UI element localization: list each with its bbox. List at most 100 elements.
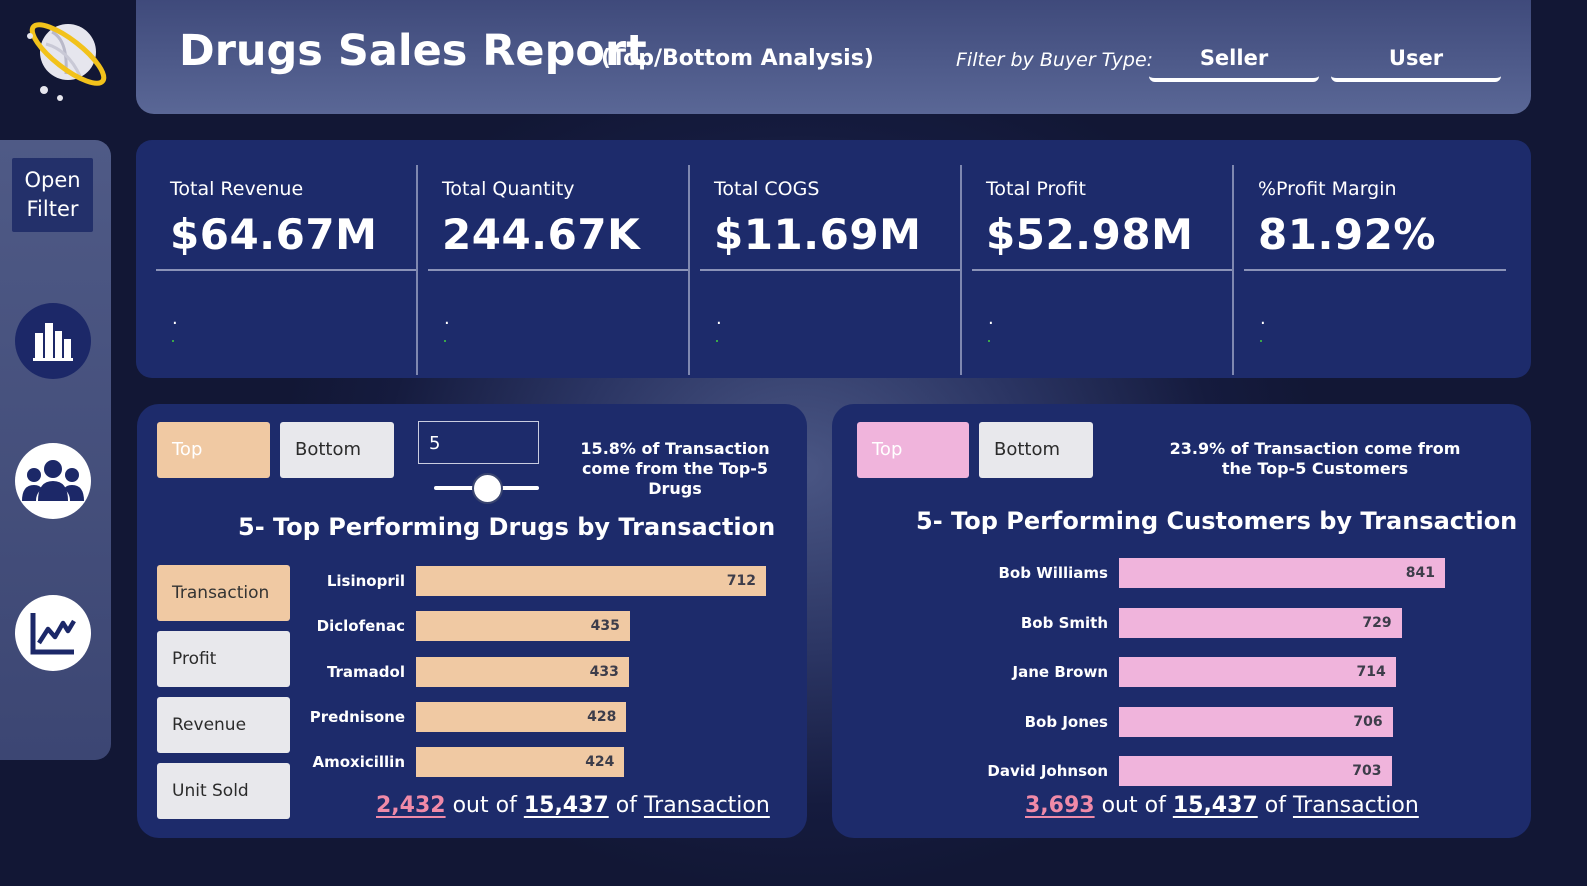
bar[interactable]: 428	[416, 701, 627, 732]
kpi-divider	[156, 269, 418, 271]
bar[interactable]: 714	[1119, 657, 1396, 687]
bar-value-label: 729	[1362, 614, 1392, 631]
drugs-footer-count: 2,432	[376, 793, 446, 818]
drugs-footer-total: 15,437	[523, 793, 609, 818]
open-filter-label-line2: Filter	[26, 197, 79, 221]
drugs-footer-outof: out of	[452, 793, 517, 818]
bar-category-label: Bob Jones	[1024, 712, 1108, 731]
kpi-total-cogs: Total COGS $11.69M .	[700, 162, 962, 372]
bar-value-label: 703	[1352, 763, 1382, 779]
buyer-type-user-button[interactable]: User	[1331, 40, 1501, 82]
buyer-type-seller-button[interactable]: Seller	[1149, 40, 1319, 82]
customers-footer-of: of	[1264, 793, 1286, 818]
kpi-divider	[972, 269, 1234, 271]
trend-chart-icon	[30, 613, 76, 655]
kpi-divider	[1244, 269, 1506, 271]
customers-top-toggle[interactable]: Top	[857, 422, 969, 478]
kpi-divider	[428, 269, 690, 271]
kpi-panel: Total Revenue $64.67M . Total Quantity 2…	[136, 140, 1531, 378]
bar-category-label: Diclofenac	[316, 617, 405, 636]
bar-category-label: Lisinopril	[326, 572, 405, 590]
bar-value-label: 435	[590, 618, 620, 635]
drugs-footer-of: of	[615, 793, 637, 818]
kpi-value: $11.69M	[714, 210, 922, 259]
kpi-separator	[416, 165, 418, 375]
kpi-marker	[716, 340, 718, 342]
nav-trend-button[interactable]	[15, 595, 91, 671]
top-customers-panel: Top Bottom 23.9% of Transaction come fro…	[832, 404, 1531, 838]
kpi-label: Total Revenue	[170, 178, 304, 200]
planet-logo-icon	[22, 14, 108, 104]
bar-category-label: Tramadol	[326, 662, 405, 681]
kpi-label: Total Profit	[986, 178, 1086, 200]
kpi-note: .	[988, 308, 994, 329]
header: Drugs Sales Report (Top/Bottom Analysis)…	[136, 0, 1531, 114]
bar[interactable]: 841	[1119, 558, 1445, 588]
kpi-note: .	[444, 308, 450, 329]
bar-category-label: Jane Brown	[1012, 663, 1108, 681]
kpi-note: .	[716, 308, 722, 329]
bar-value-label: 706	[1353, 713, 1383, 730]
page-subtitle: (Top/Bottom Analysis)	[601, 46, 874, 71]
bar-category-label: Amoxicillin	[312, 753, 406, 772]
kpi-note: .	[1260, 308, 1266, 329]
metric-unit-sold-button[interactable]: Unit Sold	[157, 763, 290, 819]
customers-bottom-toggle[interactable]: Bottom	[979, 422, 1093, 478]
kpi-profit-margin: %Profit Margin 81.92% .	[1244, 162, 1506, 372]
kpi-total-profit: Total Profit $52.98M .	[972, 162, 1234, 372]
nav-bar-chart-button[interactable]	[15, 303, 91, 379]
kpi-label: Total Quantity	[442, 178, 575, 200]
drugs-top-toggle[interactable]: Top	[157, 422, 270, 478]
drugs-footer: 2,432 out of 15,437 of Transaction	[376, 793, 770, 818]
kpi-divider	[700, 269, 962, 271]
bar[interactable]: 729	[1119, 607, 1402, 638]
kpi-separator	[688, 165, 690, 375]
customers-share-note: 23.9% of Transaction come from the Top-5…	[1169, 439, 1461, 478]
bar-chart-icon	[33, 323, 73, 361]
kpi-value: $52.98M	[986, 210, 1194, 259]
drugs-share-note: 15.8% of Transaction come from the Top-5…	[580, 439, 770, 498]
kpi-separator	[1232, 165, 1234, 375]
kpi-value: 81.92%	[1258, 210, 1436, 259]
customers-footer-outof: out of	[1101, 793, 1166, 818]
topn-slider-handle[interactable]	[472, 473, 503, 504]
kpi-label: Total COGS	[714, 178, 820, 200]
bar-category-label: Bob Smith	[1020, 613, 1108, 632]
drugs-chart-title: 5- Top Performing Drugs by Transaction	[238, 513, 776, 541]
metric-profit-button[interactable]: Profit	[157, 631, 290, 687]
customers-footer-measure: Transaction	[1292, 793, 1419, 818]
kpi-label: %Profit Margin	[1258, 178, 1397, 200]
kpi-total-revenue: Total Revenue $64.67M .	[156, 162, 418, 372]
bar[interactable]: 703	[1119, 756, 1392, 786]
bar-value-label: 841	[1405, 565, 1435, 581]
customers-footer: 3,693 out of 15,437 of Transaction	[1025, 793, 1419, 818]
bar[interactable]: 706	[1119, 706, 1393, 737]
drugs-bottom-toggle[interactable]: Bottom	[280, 422, 394, 478]
topn-input[interactable]: 5	[418, 421, 539, 464]
nav-customers-button[interactable]	[15, 443, 91, 519]
kpi-note: .	[172, 308, 178, 329]
customers-footer-total: 15,437	[1172, 793, 1258, 818]
kpi-value: 244.67K	[442, 210, 641, 259]
kpi-marker	[988, 340, 990, 342]
people-icon	[22, 460, 84, 501]
bar-value-label: 712	[726, 573, 756, 589]
bar[interactable]: 424	[416, 747, 625, 778]
top-drugs-panel: Top Bottom 5 15.8% of Transaction come f…	[137, 404, 807, 838]
kpi-total-quantity: Total Quantity 244.67K .	[428, 162, 690, 372]
metric-transaction-button[interactable]: Transaction	[157, 565, 290, 621]
bar[interactable]: 435	[416, 611, 630, 642]
bar-category-label: David Johnson	[987, 762, 1108, 780]
metric-revenue-button[interactable]: Revenue	[157, 697, 290, 753]
open-filter-button[interactable]: Open Filter	[12, 158, 93, 232]
bar-category-label: Bob Williams	[998, 564, 1109, 582]
bar-value-label: 428	[587, 708, 617, 725]
customers-chart-title: 5- Top Performing Customers by Transacti…	[916, 507, 1518, 535]
bar-value-label: 433	[589, 663, 619, 680]
bar[interactable]: 712	[416, 566, 766, 596]
customers-footer-count: 3,693	[1025, 793, 1095, 818]
bar-category-label: Prednisone	[309, 707, 405, 726]
drugs-footer-measure: Transaction	[643, 793, 770, 818]
bar[interactable]: 433	[416, 656, 629, 687]
bar-value-label: 714	[1356, 664, 1386, 680]
